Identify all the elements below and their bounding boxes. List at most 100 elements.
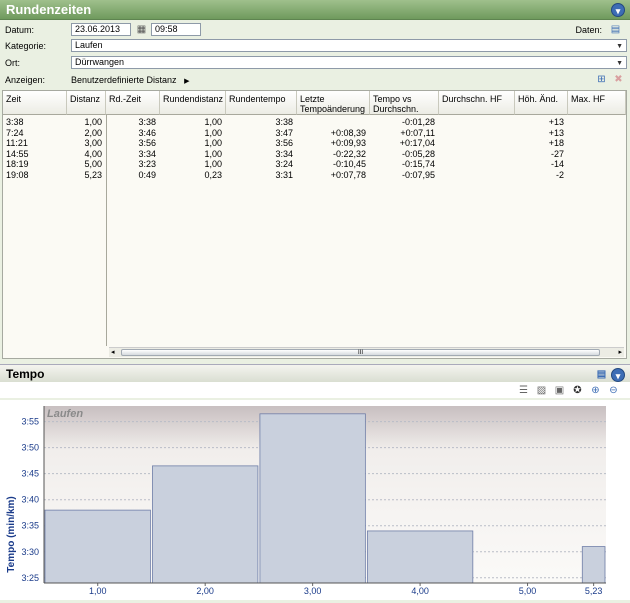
table-cell[interactable]: 3:38 [106,117,160,128]
table-cell[interactable] [568,128,626,139]
grid-view-icon[interactable]: ☰ [517,384,530,397]
bar-3[interactable] [366,530,474,584]
bar-5[interactable] [581,546,606,584]
table-cell[interactable]: 11:21 [3,138,67,149]
table-cell[interactable] [568,170,626,181]
bar-0[interactable] [44,509,151,584]
table-cell[interactable]: +13 [515,117,568,128]
table-cell[interactable]: 3:34 [226,149,297,160]
table-cell[interactable]: 3,00 [67,138,106,149]
table-cell[interactable] [568,159,626,170]
table-cell[interactable]: -27 [515,149,568,160]
table-cell[interactable]: -0:15,74 [370,159,439,170]
scroll-right-icon[interactable]: ▸ [618,348,622,356]
date-input[interactable]: 23.06.2013 [71,23,131,36]
table-cell[interactable]: 0:49 [106,170,160,181]
table-cell[interactable]: 3:56 [226,138,297,149]
column-header-7[interactable]: Durchschn. HF [439,91,515,115]
table-cell[interactable] [297,117,370,128]
bar-1[interactable] [152,465,259,584]
table-cell[interactable]: 3:38 [3,117,67,128]
table-cell[interactable]: 7:24 [3,128,67,139]
table-cell[interactable]: -2 [515,170,568,181]
table-cell[interactable]: 1,00 [160,149,226,160]
table-cell[interactable]: -0:07,95 [370,170,439,181]
bar-2[interactable] [259,413,366,584]
settings-icon[interactable]: ✪ [571,384,584,397]
column-header-8[interactable]: Höh. Änd. [515,91,568,115]
table-cell[interactable]: 3:46 [106,128,160,139]
table-cell[interactable] [439,149,515,160]
column-header-4[interactable]: Rundentempo [226,91,297,115]
ort-select[interactable]: Dürrwangen ▼ [71,56,627,69]
table-cell[interactable] [439,170,515,181]
column-header-3[interactable]: Rundendistanz [160,91,226,115]
table-cell[interactable]: 3:31 [226,170,297,181]
tempo-chart: 3:25 3:30 3:35 3:40 3:45 3:50 3:55 1,00 2,00 3,00… [0,400,630,600]
table-cell[interactable]: 5,23 [67,170,106,181]
collapse-icon[interactable]: ▾ [611,3,625,17]
table-cell[interactable]: 3:47 [226,128,297,139]
table-cell[interactable]: 2,00 [67,128,106,139]
table-cell[interactable]: -0:10,45 [297,159,370,170]
table-cell[interactable]: +0:07,78 [297,170,370,181]
table-cell[interactable]: -0:01,28 [370,117,439,128]
table-cell[interactable] [439,117,515,128]
table-cell[interactable] [439,128,515,139]
table-cell[interactable] [568,149,626,160]
table-cell[interactable]: -14 [515,159,568,170]
scroll-left-icon[interactable]: ◂ [111,348,115,356]
column-header-6[interactable]: Tempo vs Durchschn. [370,91,439,115]
table-cell[interactable]: -0:22,32 [297,149,370,160]
table-cell[interactable]: 1,00 [67,117,106,128]
table-cell[interactable]: 14:55 [3,149,67,160]
zoom-in-icon[interactable]: ⊕ [589,384,602,397]
table-cell[interactable]: 18:19 [3,159,67,170]
table-cell[interactable]: +0:09,93 [297,138,370,149]
table-cell[interactable]: 5,00 [67,159,106,170]
table-cell[interactable]: 1,00 [160,159,226,170]
table-cell[interactable]: +0:07,11 [370,128,439,139]
scroll-thumb[interactable]: III [121,349,600,356]
table-cell[interactable] [439,138,515,149]
column-header-1[interactable]: Distanz [67,91,106,115]
column-header-0[interactable]: Zeit [3,91,67,115]
table-cell[interactable]: 1,00 [160,138,226,149]
table-cell[interactable]: 0,23 [160,170,226,181]
table-cell[interactable]: 19:08 [3,170,67,181]
collapse-icon[interactable]: ▾ [611,368,625,382]
add-lap-icon[interactable]: ⊞ [595,73,608,86]
column-header-2[interactable]: Rd.-Zeit [106,91,160,115]
table-cell[interactable]: +13 [515,128,568,139]
table-cell[interactable] [568,117,626,128]
column-header-5[interactable]: Letzte Tempoänderung [297,91,370,115]
table-cell[interactable] [439,159,515,170]
zoom-out-icon[interactable]: ⊖ [607,384,620,397]
table-cell[interactable]: 4,00 [67,149,106,160]
table-cell[interactable]: 3:24 [226,159,297,170]
table-cell[interactable]: -0:05,28 [370,149,439,160]
calendar-icon[interactable]: ▦ [135,23,148,36]
table-cell[interactable] [568,138,626,149]
time-input[interactable]: 09:58 [151,23,201,36]
chevron-down-icon[interactable]: ▼ [616,58,623,69]
table-cell[interactable]: 3:38 [226,117,297,128]
horizontal-scrollbar[interactable]: ◂ III ▸ [109,347,624,357]
table-cell[interactable]: 3:56 [106,138,160,149]
delete-icon[interactable]: ✖ [612,73,625,86]
table-cell[interactable]: 3:23 [106,159,160,170]
table-cell[interactable]: +0:17,04 [370,138,439,149]
layout-icon[interactable]: ▤ [595,368,608,381]
chart-type-icon[interactable]: ▨ [535,384,548,397]
chevron-down-icon[interactable]: ▼ [616,41,623,52]
table-cell[interactable]: +0:08,39 [297,128,370,139]
save-icon[interactable]: ▣ [553,384,566,397]
anzeigen-dropdown[interactable]: Benutzerdefinierte Distanz ▶ [71,75,189,85]
data-menu-icon[interactable]: ▤ [609,23,622,36]
column-header-9[interactable]: Max. HF [568,91,626,115]
table-cell[interactable]: 1,00 [160,128,226,139]
kategorie-select[interactable]: Laufen ▼ [71,39,627,52]
table-cell[interactable]: 1,00 [160,117,226,128]
table-cell[interactable]: +18 [515,138,568,149]
table-cell[interactable]: 3:34 [106,149,160,160]
